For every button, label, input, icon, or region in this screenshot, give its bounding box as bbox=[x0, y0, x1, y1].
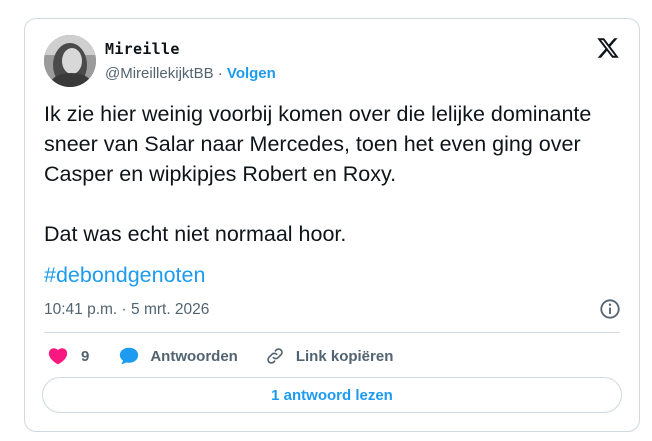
author-handle[interactable]: @MireillekijktBB bbox=[105, 65, 214, 82]
action-bar: 9 Antwoorden Link kopiëren bbox=[47, 345, 393, 367]
hashtag-link[interactable]: #debondgenoten bbox=[44, 263, 205, 288]
avatar[interactable] bbox=[44, 35, 96, 87]
tweet-paragraph-1: Ik zie hier weinig voorbij komen over di… bbox=[44, 102, 592, 186]
tweet-paragraph-2: Dat was echt niet normaal hoor. bbox=[44, 222, 347, 246]
divider bbox=[44, 332, 620, 333]
link-icon bbox=[267, 348, 283, 364]
follow-button[interactable]: Volgen bbox=[227, 65, 276, 82]
x-logo-icon[interactable] bbox=[596, 36, 620, 60]
tweet-card: Mireille @MireillekijktBB · Volgen Ik zi… bbox=[24, 18, 640, 432]
like-count: 9 bbox=[81, 347, 90, 365]
tweet-text: Ik zie hier weinig voorbij komen over di… bbox=[44, 99, 629, 249]
like-button[interactable]: 9 bbox=[47, 345, 89, 367]
speech-bubble-icon bbox=[120, 347, 139, 365]
avatar-photo bbox=[44, 35, 96, 87]
reply-button[interactable]: Antwoorden bbox=[118, 345, 238, 367]
info-icon[interactable] bbox=[599, 298, 621, 320]
copy-link-label: Link kopiëren bbox=[295, 347, 394, 365]
timestamp[interactable]: 10:41 p.m. · 5 mrt. 2026 bbox=[44, 301, 209, 319]
reply-label: Antwoorden bbox=[150, 347, 238, 365]
author-name[interactable]: Mireille bbox=[105, 40, 180, 58]
heart-icon bbox=[48, 348, 68, 365]
handle-row: @MireillekijktBB · Volgen bbox=[105, 65, 276, 82]
read-replies-button[interactable]: 1 antwoord lezen bbox=[42, 377, 622, 413]
separator: · bbox=[217, 65, 223, 82]
read-replies-label: 1 antwoord lezen bbox=[271, 386, 393, 404]
copy-link-button[interactable]: Link kopiëren bbox=[265, 346, 394, 366]
